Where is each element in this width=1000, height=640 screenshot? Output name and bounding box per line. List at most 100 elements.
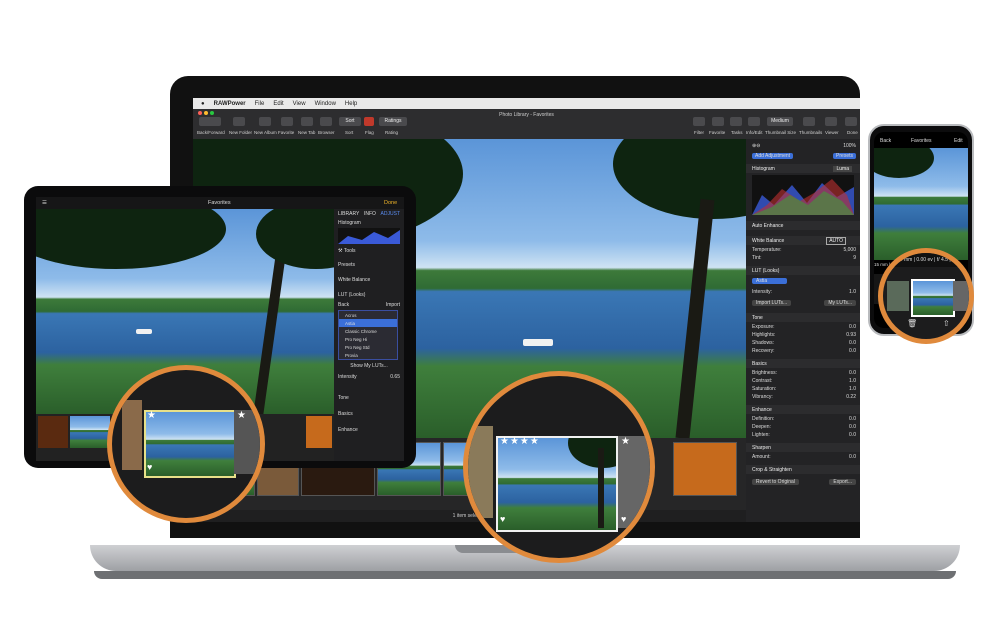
lut-import-button[interactable]: Import bbox=[386, 302, 400, 308]
back-forward-button[interactable] bbox=[199, 117, 221, 126]
revert-button[interactable]: Revert to Original bbox=[752, 479, 799, 485]
phone-zoom-exif: 15 mm | 0.00 ev | f/ 4.5 | 1/ bbox=[883, 253, 969, 267]
crop-header[interactable]: Crop & Straighten bbox=[746, 465, 860, 474]
lut-list-item[interactable]: Provia bbox=[339, 351, 397, 359]
favorite-heart-icon[interactable] bbox=[712, 117, 724, 126]
filmstrip-thumbnail[interactable] bbox=[673, 442, 737, 496]
lut-header[interactable]: LUT (Looks) bbox=[746, 266, 860, 275]
temperature-value: 5,000 bbox=[843, 247, 856, 253]
lut-list-item[interactable]: Astia bbox=[339, 319, 397, 327]
viewer-icon[interactable] bbox=[825, 117, 837, 126]
tasks-label: Tasks bbox=[731, 130, 743, 135]
new-album-button[interactable] bbox=[259, 117, 271, 126]
histogram-mode-select[interactable]: Luma bbox=[833, 165, 852, 172]
sort-button[interactable]: Sort bbox=[339, 117, 361, 126]
enhance-row-label: Deepen: bbox=[752, 424, 771, 430]
histogram-header[interactable]: Histogram Luma bbox=[746, 164, 860, 173]
tone-row-value: 0.93 bbox=[846, 332, 856, 338]
my-luts-button[interactable]: My LUTs... bbox=[824, 300, 856, 306]
trash-icon: 🗑 bbox=[907, 319, 918, 328]
phone-photo-viewer[interactable] bbox=[874, 148, 968, 260]
thumbnails-icon[interactable] bbox=[803, 117, 815, 126]
zoom-selected-thumbnail bbox=[144, 410, 236, 478]
filmstrip-thumbnail[interactable] bbox=[38, 416, 68, 448]
star-icon: ★ bbox=[621, 436, 630, 447]
info-edit-icon[interactable] bbox=[748, 117, 760, 126]
wb-auto-button[interactable]: AUTO bbox=[826, 236, 846, 245]
tasks-icon[interactable] bbox=[730, 117, 742, 126]
zoom-in-icon[interactable]: ⊕⊖ bbox=[752, 143, 760, 149]
rating-label: Rating bbox=[385, 130, 399, 135]
new-tab-button[interactable] bbox=[301, 117, 313, 126]
menu-app[interactable]: RAWPower bbox=[214, 101, 246, 107]
lut-list-item[interactable]: Classic Chrome bbox=[339, 327, 397, 335]
tablet-done-button[interactable]: Done bbox=[384, 200, 397, 206]
adjust-panel: ⊕⊖ 100% Add Adjustment Presets Histogram… bbox=[746, 139, 860, 522]
tab-info[interactable]: INFO bbox=[364, 211, 376, 217]
enhance-header[interactable]: Enhance bbox=[746, 405, 860, 414]
menu-edit[interactable]: Edit bbox=[273, 101, 283, 107]
tablet-navbar: ☰ Favorites Done bbox=[36, 197, 404, 209]
tablet-tone-label[interactable]: Tone bbox=[338, 395, 349, 401]
back-forward-label: Back/Forward bbox=[197, 130, 225, 135]
filter-icon[interactable] bbox=[693, 117, 705, 126]
white-balance-label[interactable]: White Balance bbox=[338, 277, 370, 283]
tablet-basics-label[interactable]: Basics bbox=[338, 411, 353, 417]
menu-view[interactable]: View bbox=[293, 101, 306, 107]
menu-file[interactable]: File bbox=[255, 101, 265, 107]
phone-edit-button[interactable]: Edit bbox=[954, 138, 963, 144]
zoom-value: 100% bbox=[843, 143, 856, 149]
minimize-window-icon[interactable] bbox=[204, 111, 208, 115]
phone-back-button[interactable]: Back bbox=[880, 138, 891, 144]
favorite-toolbar-button[interactable] bbox=[281, 117, 293, 126]
zoom-thumbnail-left bbox=[887, 281, 909, 311]
tab-library[interactable]: LIBRARY bbox=[338, 211, 359, 217]
filter-label: Filter bbox=[694, 130, 704, 135]
rating-button[interactable]: Ratings bbox=[379, 117, 407, 126]
enhance-row-label: Definition: bbox=[752, 416, 775, 422]
import-luts-button[interactable]: Import LUTs... bbox=[752, 300, 792, 306]
lut-back-button[interactable]: Back bbox=[338, 302, 349, 308]
done-icon[interactable] bbox=[845, 117, 857, 126]
auto-enhance-row[interactable]: Auto Enhance bbox=[746, 221, 860, 230]
white-balance-header[interactable]: White Balance AUTO bbox=[746, 236, 860, 245]
new-folder-label: New Folder bbox=[229, 130, 253, 135]
zoom-window-icon[interactable] bbox=[210, 111, 214, 115]
tone-row-label: Shadows: bbox=[752, 340, 774, 346]
menu-help[interactable]: Help bbox=[345, 101, 357, 107]
phone-zoom-callout: 15 mm | 0.00 ev | f/ 4.5 | 1/ 🗑 ⇧ bbox=[878, 248, 974, 344]
tab-adjust[interactable]: ADJUST bbox=[381, 211, 400, 217]
phone-title: Favorites bbox=[911, 138, 932, 144]
basics-row-value: 0.0 bbox=[849, 370, 856, 376]
export-button[interactable]: Export... bbox=[829, 479, 856, 485]
apple-icon[interactable]: ● bbox=[201, 101, 205, 107]
presets-label[interactable]: Presets bbox=[338, 262, 355, 268]
tone-header[interactable]: Tone bbox=[746, 313, 860, 322]
phone-navbar: Back Favorites Edit bbox=[874, 136, 968, 146]
flag-label: Flag bbox=[365, 130, 374, 135]
tablet-enhance-label[interactable]: Enhance bbox=[338, 427, 358, 433]
basics-header[interactable]: Basics bbox=[746, 359, 860, 368]
filmstrip-thumbnail[interactable] bbox=[306, 416, 332, 448]
menu-window[interactable]: Window bbox=[315, 101, 336, 107]
show-my-luts-button[interactable]: Show My LUTs... bbox=[350, 363, 388, 369]
lut-list-item[interactable]: Acros bbox=[339, 311, 397, 319]
presets-select[interactable]: Presets bbox=[833, 153, 856, 159]
thumbnail-size-select[interactable]: Medium bbox=[767, 117, 793, 126]
filmstrip-thumbnail[interactable] bbox=[70, 416, 110, 448]
sharpen-header[interactable]: Sharpen bbox=[746, 443, 860, 452]
lut-list: Acros Astia Classic Chrome Pro Neg Hi Pr… bbox=[338, 310, 398, 360]
flag-icon[interactable] bbox=[364, 117, 374, 126]
histogram-title: Histogram bbox=[752, 165, 775, 172]
new-folder-button[interactable] bbox=[233, 117, 245, 126]
lut-list-item[interactable]: Pro Neg Hi bbox=[339, 335, 397, 343]
tablet-adjust-panel: LIBRARY INFO ADJUST Histogram ⚒ Tools Pr… bbox=[334, 209, 404, 461]
lut-label[interactable]: LUT (Looks) bbox=[338, 292, 365, 298]
tools-label[interactable]: Tools bbox=[344, 248, 356, 254]
add-adjustment-select[interactable]: Add Adjustment bbox=[752, 153, 794, 159]
lut-select[interactable]: Astia bbox=[752, 278, 788, 284]
browser-button[interactable] bbox=[320, 117, 332, 126]
sidebar-icon[interactable]: ☰ bbox=[42, 200, 47, 206]
lut-list-item[interactable]: Pro Neg Std bbox=[339, 343, 397, 351]
close-window-icon[interactable] bbox=[198, 111, 202, 115]
